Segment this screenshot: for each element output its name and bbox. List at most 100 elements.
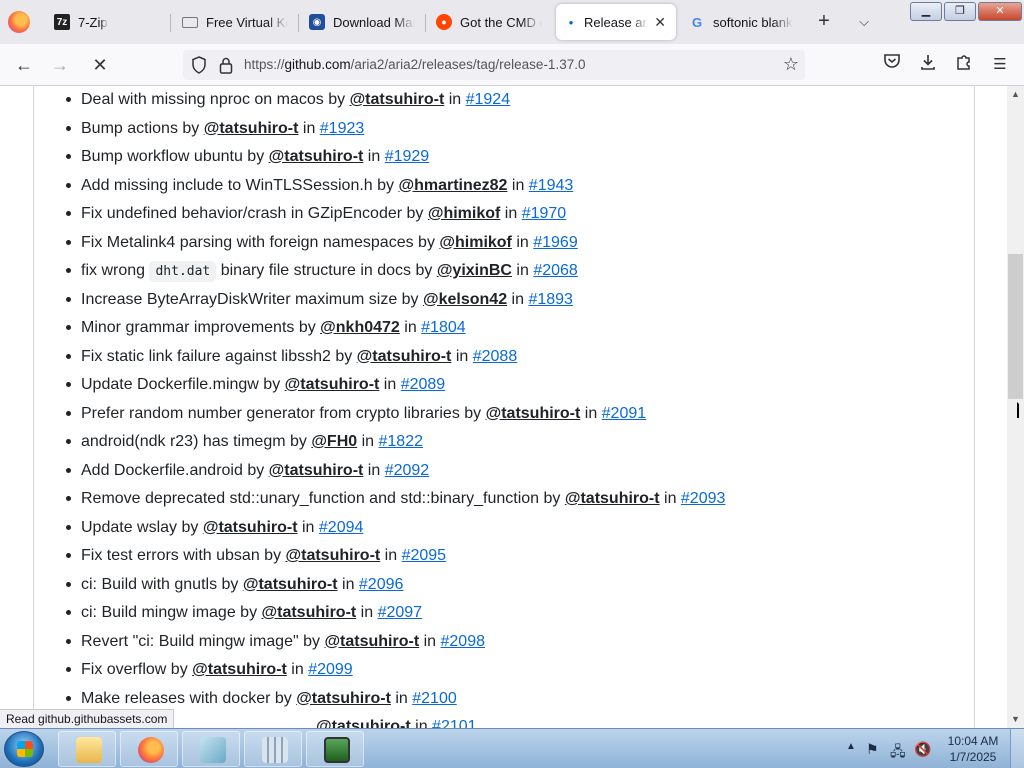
pr-link[interactable]: #2097 bbox=[378, 604, 423, 621]
user-link[interactable]: @tatsuhiro-t bbox=[204, 120, 299, 137]
item-in: in bbox=[580, 404, 602, 422]
tab-virtual-keyboard[interactable]: Free Virtual Key bbox=[172, 4, 298, 40]
user-link[interactable]: @tatsuhiro-t bbox=[324, 633, 419, 650]
pr-link[interactable]: #1929 bbox=[385, 148, 430, 165]
pr-link[interactable]: #1923 bbox=[320, 120, 365, 137]
pr-link[interactable]: #2093 bbox=[681, 490, 726, 507]
close-tab-icon[interactable]: ✕ bbox=[654, 14, 666, 31]
scroll-down-arrow-icon[interactable]: ▼ bbox=[1007, 711, 1024, 728]
user-link[interactable]: @tatsuhiro-t bbox=[357, 348, 452, 365]
pr-link[interactable]: #2098 bbox=[441, 633, 486, 650]
pr-link[interactable]: #2101 bbox=[432, 718, 477, 728]
lock-icon[interactable] bbox=[219, 56, 233, 74]
user-link[interactable]: @tatsuhiro-t bbox=[262, 604, 357, 621]
taskbar-notepad[interactable] bbox=[182, 731, 240, 767]
taskbar-calculator[interactable] bbox=[244, 731, 302, 767]
taskbar-explorer[interactable] bbox=[58, 731, 116, 767]
pr-link[interactable]: #1969 bbox=[533, 234, 578, 251]
user-link[interactable]: @tatsuhiro-t bbox=[203, 519, 298, 536]
firefox-menu-icon[interactable] bbox=[8, 11, 30, 33]
system-clock[interactable]: 10:04 AM 1/7/2025 bbox=[942, 733, 1004, 765]
user-link[interactable]: @tatsuhiro-t bbox=[243, 576, 338, 593]
tab-7zip[interactable]: 7z 7-Zip bbox=[44, 4, 170, 40]
pr-link[interactable]: #2100 bbox=[412, 690, 457, 707]
list-tabs-button[interactable]: ⌵ bbox=[852, 10, 876, 34]
browser-screen: 7z 7-Zip Free Virtual Key ◉ Download Man… bbox=[0, 0, 1024, 768]
list-item: ci: Build with gnutls by @tatsuhiro-t in… bbox=[65, 571, 404, 599]
taskbar-terminal[interactable] bbox=[306, 731, 364, 767]
forward-button[interactable]: → bbox=[48, 53, 72, 77]
pr-link[interactable]: #1970 bbox=[522, 205, 567, 222]
user-link[interactable]: @tatsuhiro-t bbox=[286, 547, 381, 564]
pr-link[interactable]: #2095 bbox=[402, 547, 447, 564]
user-link[interactable]: @tatsuhiro-t bbox=[269, 462, 364, 479]
scroll-up-arrow-icon[interactable]: ▲ bbox=[1007, 86, 1024, 103]
user-link[interactable]: @himikof bbox=[428, 205, 501, 222]
item-text: ci: Build with gnutls by bbox=[81, 575, 243, 593]
pr-link[interactable]: #2091 bbox=[602, 405, 647, 422]
start-button[interactable] bbox=[4, 731, 44, 767]
notepad-icon bbox=[200, 737, 226, 763]
restore-button[interactable]: ❐ bbox=[944, 2, 976, 21]
pr-link[interactable]: #1943 bbox=[529, 177, 574, 194]
back-button[interactable]: ← bbox=[12, 53, 36, 77]
user-link[interactable]: @tatsuhiro-t bbox=[316, 718, 411, 728]
minimize-button[interactable]: ▁ bbox=[910, 2, 942, 21]
pr-link[interactable]: #2096 bbox=[359, 576, 404, 593]
tab-softonic[interactable]: G softonic blank bbox=[679, 4, 805, 40]
action-center-flag-icon[interactable]: ⚑ bbox=[866, 741, 879, 758]
list-item: Prefer random number generator from cryp… bbox=[65, 400, 647, 428]
tab-download-manager[interactable]: ◉ Download Man bbox=[299, 4, 425, 40]
inline-code: dht.dat bbox=[149, 261, 217, 282]
tab-reddit[interactable]: ● Got the CMD co bbox=[426, 4, 552, 40]
pr-link[interactable]: #1893 bbox=[528, 291, 573, 308]
network-icon[interactable]: 🖧 bbox=[890, 741, 906, 765]
downloads-icon[interactable] bbox=[916, 53, 940, 77]
user-link[interactable]: @tatsuhiro-t bbox=[565, 490, 660, 507]
close-window-button[interactable]: ✕ bbox=[978, 2, 1022, 21]
user-link[interactable]: @tatsuhiro-t bbox=[285, 376, 380, 393]
user-link[interactable]: @nkh0472 bbox=[320, 319, 400, 336]
list-item: Fix static link failure against libssh2 … bbox=[65, 343, 518, 371]
pr-link[interactable]: #2092 bbox=[385, 462, 430, 479]
show-hidden-icons-icon[interactable]: ▲ bbox=[846, 741, 856, 752]
item-text: Bump workflow ubuntu by bbox=[81, 148, 269, 165]
item-in: in bbox=[399, 319, 422, 336]
user-link[interactable]: @tatsuhiro-t bbox=[269, 148, 364, 165]
show-desktop-button[interactable] bbox=[1010, 729, 1024, 768]
list-item: Fix test errors with ubsan by @tatsuhiro… bbox=[65, 542, 447, 570]
pr-link[interactable]: #2088 bbox=[473, 348, 518, 365]
user-link[interactable]: @tatsuhiro-t bbox=[486, 405, 581, 422]
extensions-icon[interactable] bbox=[952, 53, 976, 77]
tracking-protection-shield-icon[interactable] bbox=[191, 56, 207, 74]
address-bar[interactable]: https://github.com/aria2/aria2/releases/… bbox=[183, 50, 805, 80]
pr-link[interactable]: #1924 bbox=[466, 91, 511, 108]
user-link[interactable]: @himikof bbox=[439, 234, 512, 251]
user-link[interactable]: @tatsuhiro-t bbox=[296, 690, 391, 707]
pr-link[interactable]: #2094 bbox=[319, 519, 364, 536]
pr-link[interactable]: #2099 bbox=[308, 661, 353, 678]
volume-muted-icon[interactable]: 🔇 bbox=[914, 741, 931, 758]
taskbar-firefox[interactable] bbox=[120, 731, 178, 767]
user-link[interactable]: @tatsuhiro-t bbox=[192, 661, 287, 678]
user-link[interactable]: @yixinBC bbox=[437, 262, 512, 279]
user-link[interactable]: @FH0 bbox=[311, 433, 357, 450]
windows-taskbar: ▲ ⚑ 🖧 🔇 10:04 AM 1/7/2025 bbox=[0, 728, 1024, 768]
item-in: in bbox=[337, 575, 359, 593]
pr-link[interactable]: #1822 bbox=[379, 433, 424, 450]
pr-link[interactable]: #2068 bbox=[533, 262, 578, 279]
pr-link[interactable]: #2089 bbox=[401, 376, 446, 393]
pr-link[interactable]: #1804 bbox=[421, 319, 466, 336]
stop-loading-button[interactable]: ✕ bbox=[88, 53, 112, 77]
mouse-cursor-icon bbox=[1017, 402, 1024, 418]
user-link[interactable]: @kelson42 bbox=[423, 291, 507, 308]
scroll-thumb[interactable] bbox=[1008, 254, 1023, 399]
hamburger-menu-icon[interactable]: ☰ bbox=[988, 53, 1012, 77]
list-item: Remove deprecated std::unary_function an… bbox=[65, 485, 726, 513]
bookmark-star-icon[interactable]: ☆ bbox=[783, 54, 799, 75]
new-tab-button[interactable]: + bbox=[812, 10, 836, 34]
user-link[interactable]: @hmartinez82 bbox=[398, 177, 507, 194]
tab-release-aria2[interactable]: ● Release aria2 ✕ bbox=[556, 4, 676, 40]
user-link[interactable]: @tatsuhiro-t bbox=[350, 91, 445, 108]
pocket-icon[interactable] bbox=[880, 53, 904, 77]
